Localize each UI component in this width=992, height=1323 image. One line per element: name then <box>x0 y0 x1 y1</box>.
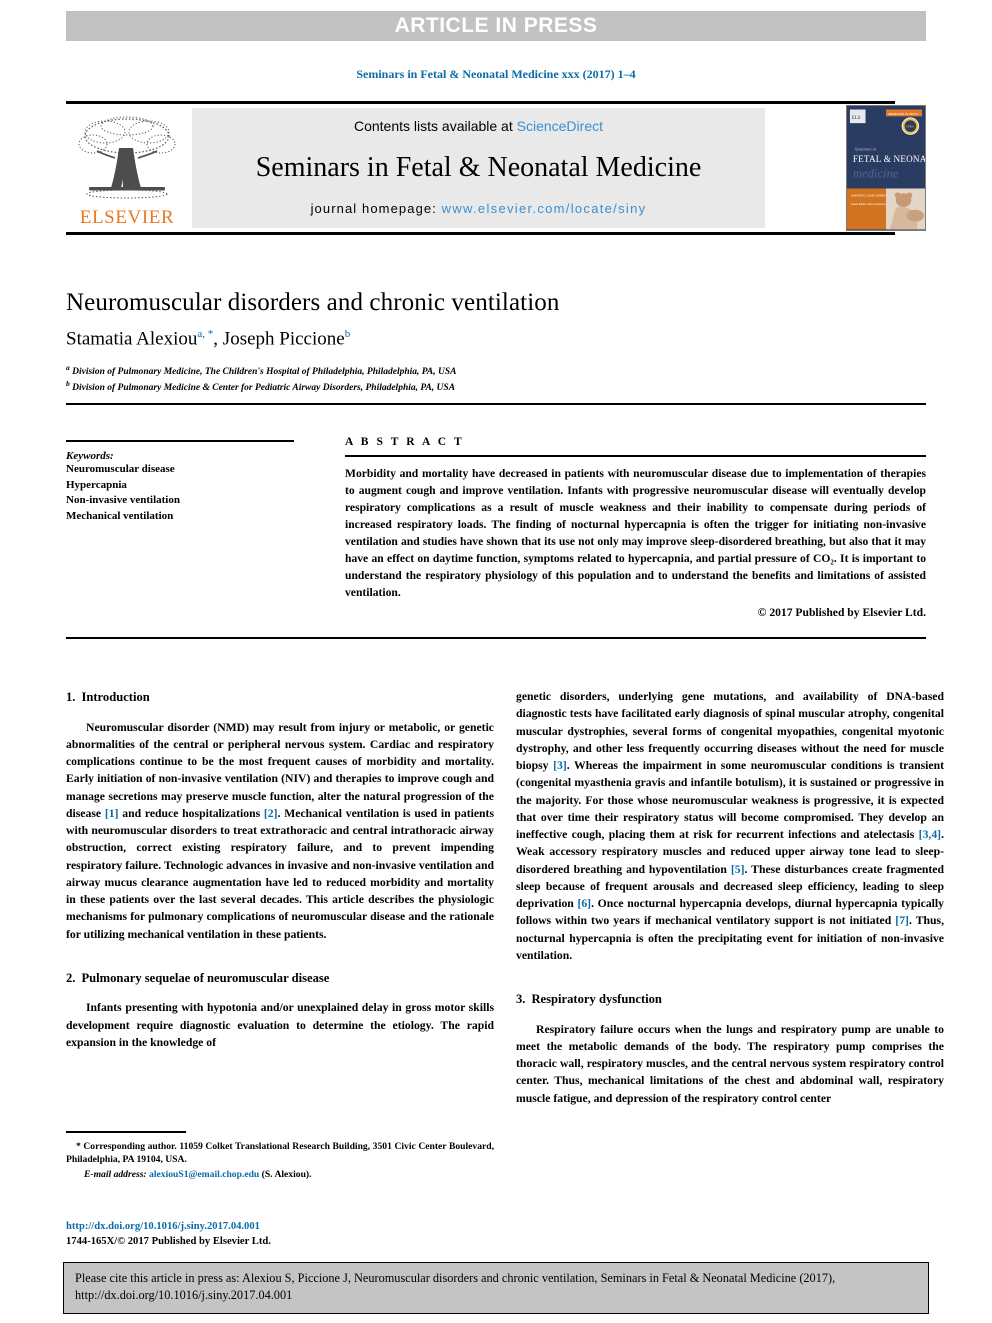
please-cite-box: Please cite this article in press as: Al… <box>63 1262 929 1314</box>
paragraph-pulmonary-sequelae: Infants presenting with hypotonia and/or… <box>66 1001 494 1049</box>
author-name: Stamatia Alexiou <box>66 328 198 350</box>
svg-text:ELS: ELS <box>852 116 861 121</box>
email-link[interactable]: alexiouS1@email.chop.edu <box>149 1169 259 1180</box>
section-number: 1. <box>66 690 76 704</box>
email-label: E-mail address: <box>84 1169 147 1181</box>
paragraph-text: . Whereas the impairment in some neuromu… <box>516 759 944 841</box>
citation-ref[interactable]: [3,4] <box>919 828 941 841</box>
abstract-body: Morbidity and mortality have decreased i… <box>345 467 926 600</box>
abstract-heading: A B S T R A C T <box>345 436 465 448</box>
citation-ref[interactable]: [7] <box>895 914 909 927</box>
svg-text:SEMINARS IN FETAL: SEMINARS IN FETAL <box>888 112 919 116</box>
citation-ref[interactable]: [5] <box>731 863 745 876</box>
keyword-item: Neuromuscular disease <box>66 463 175 475</box>
affiliation-item: a Division of Pulmonary Medicine, The Ch… <box>66 363 456 379</box>
svg-text:Guest Editor: Anne Greenough: Guest Editor: Anne Greenough <box>851 202 889 206</box>
journal-cover-thumbnail: ELS SEMINARS IN FETAL OPEN Seminars in F… <box>846 105 926 231</box>
keywords-rule <box>66 440 294 442</box>
elsevier-tree-icon <box>78 116 176 199</box>
paragraph-respiratory-dysfunction: Respiratory failure occurs when the lung… <box>516 1022 944 1105</box>
sciencedirect-link[interactable]: ScienceDirect <box>517 118 603 134</box>
divider-under-authors <box>66 403 926 405</box>
svg-text:CHRONIC LUNG DISEASE: CHRONIC LUNG DISEASE <box>851 193 889 197</box>
paragraph-sequelae-continued: genetic disorders, underlying gene mutat… <box>516 688 944 964</box>
keyword-item: Mechanical ventilation <box>66 509 174 522</box>
affiliation-mark: b <box>66 378 70 388</box>
elsevier-wordmark: ELSEVIER <box>79 207 175 228</box>
section-number: 3. <box>516 992 526 1006</box>
please-cite-text: Please cite this article in press as: Al… <box>75 1271 836 1303</box>
author-affil-marks: a, * <box>197 328 214 340</box>
paragraph-text: and reduce hospitalizations <box>118 806 264 820</box>
citation-ref[interactable]: [2] <box>264 807 278 820</box>
affiliation-item: b Division of Pulmonary Medicine & Cente… <box>66 379 456 395</box>
svg-text:Seminars in: Seminars in <box>855 146 877 151</box>
running-head: Seminars in Fetal & Neonatal Medicine xx… <box>0 67 992 82</box>
affiliation-mark: a <box>66 363 70 372</box>
citation-ref[interactable]: [1] <box>105 807 119 820</box>
paragraph-introduction: Neuromuscular disorder (NMD) may result … <box>66 719 494 943</box>
author-affil-marks: b <box>344 328 351 340</box>
keywords-heading: Keywords: <box>66 450 114 462</box>
journal-cover-art: ELS SEMINARS IN FETAL OPEN Seminars in F… <box>847 106 925 230</box>
svg-text:medicine: medicine <box>853 167 899 181</box>
keywords-block: Keywords: Neuromuscular disease Hypercap… <box>66 440 306 524</box>
homepage-label: journal homepage: <box>310 201 442 216</box>
keyword-item: Non-invasive ventilation <box>66 494 180 507</box>
section-title: Respiratory dysfunction <box>531 992 662 1006</box>
keyword-item: Hypercapnia <box>66 478 127 491</box>
abstract-block: A B S T R A C T Morbidity and mortality … <box>345 436 926 619</box>
svg-text:OPEN: OPEN <box>906 125 914 129</box>
masthead-top-rule <box>66 101 895 104</box>
abstract-rule <box>345 455 926 457</box>
section-title: Pulmonary sequelae of neuromuscular dise… <box>81 970 330 985</box>
paragraph-text: Neuromuscular disorder (NMD) may result … <box>66 720 494 820</box>
body-column-left: 1. Introduction Neuromuscular disorder (N… <box>66 688 494 1051</box>
section-heading-respiratory-dysfunction: 3. Respiratory dysfunction <box>516 990 944 1009</box>
divider-under-abstract <box>66 637 926 639</box>
abstract-copyright: © 2017 Published by Elsevier Ltd. <box>757 606 926 620</box>
footnote-rule <box>66 1131 186 1133</box>
running-head-text: Seminars in Fetal & Neonatal Medicine xx… <box>356 67 636 81</box>
masthead-bottom-rule <box>66 232 895 235</box>
doi-block: http://dx.doi.org/10.1016/j.siny.2017.04… <box>66 1220 496 1250</box>
body-column-right: genetic disorders, underlying gene mutat… <box>516 688 944 1107</box>
citation-ref[interactable]: [3] <box>553 759 567 772</box>
section-number: 2. <box>66 970 76 985</box>
issn-copyright-line: 1744-165X/© 2017 Published by Elsevier L… <box>66 1235 271 1247</box>
affiliation-text: Division of Pulmonary Medicine & Center … <box>72 383 456 394</box>
section-heading-introduction: 1. Introduction <box>66 688 494 707</box>
footnote-block: * Corresponding author. 11059 Colket Tra… <box>66 1131 494 1182</box>
paragraph-text: . Mechanical ventilation is used in pati… <box>66 806 494 941</box>
email-suffix: (S. Alexiou). <box>261 1169 312 1181</box>
page-title: Neuromuscular disorders and chronic vent… <box>66 289 560 316</box>
svg-text:FETAL & NEONATAL: FETAL & NEONATAL <box>853 154 925 164</box>
affiliation-text: Division of Pulmonary Medicine, The Chil… <box>72 367 457 378</box>
contents-prefix: Contents lists available at <box>353 118 517 134</box>
article-in-press-label: ARTICLE IN PRESS <box>394 14 598 37</box>
sciencedirect-box: Contents lists available at ScienceDirec… <box>192 108 765 228</box>
corresponding-author-note: * Corresponding author. 11059 Colket Tra… <box>66 1140 494 1166</box>
journal-title: Seminars in Fetal & Neonatal Medicine <box>255 151 702 183</box>
affiliations-block: a Division of Pulmonary Medicine, The Ch… <box>66 363 456 395</box>
email-note: E-mail address: alexiouS1@email.chop.edu… <box>66 1168 494 1182</box>
section-title: Introduction <box>81 690 150 704</box>
doi-link[interactable]: http://dx.doi.org/10.1016/j.siny.2017.04… <box>66 1220 496 1235</box>
author-name: Joseph Piccione <box>222 328 345 350</box>
journal-homepage-line: journal homepage: www.elsevier.com/locat… <box>311 201 647 216</box>
author-separator: , <box>213 328 223 350</box>
section-heading-pulmonary-sequelae: 2. Pulmonary sequelae of neuromuscular di… <box>66 969 494 988</box>
author-list: Stamatia Alexioua, *, Joseph Piccioneb <box>66 328 350 350</box>
article-in-press-banner: ARTICLE IN PRESS <box>66 11 926 41</box>
elsevier-logo: ELSEVIER <box>66 107 188 229</box>
contents-available-line: Contents lists available at ScienceDirec… <box>354 118 603 134</box>
journal-masthead: ELSEVIER Contents lists available at Sci… <box>66 101 926 235</box>
citation-ref[interactable]: [6] <box>577 897 591 910</box>
homepage-url-link[interactable]: www.elsevier.com/locate/siny <box>442 201 647 216</box>
